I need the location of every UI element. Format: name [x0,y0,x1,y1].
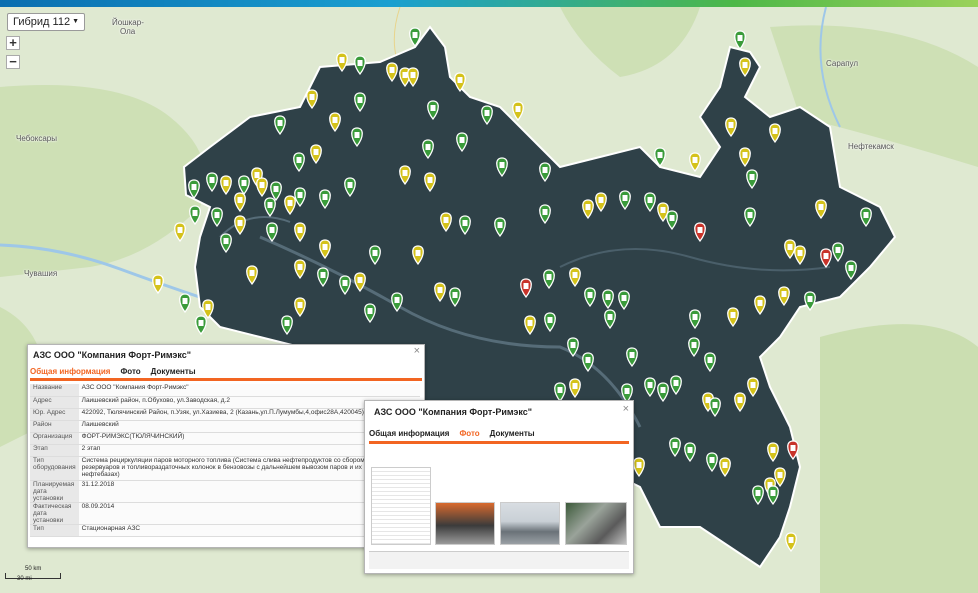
table-row: Юр. Адрес 422092, Тюлячинский Район, п.Уз… [30,408,420,421]
layer-select-value: Гибрид 112 [13,16,71,28]
table-row: Название АЗС ООО "Компания Форт-Римэкс" [30,384,420,397]
tab-general-info[interactable]: Общая информация [369,429,449,438]
tab-photo[interactable]: Фото [459,429,479,438]
row-key: Тип [30,524,79,537]
map-label-yoshkar-ola-2: Ола [120,27,136,36]
map-label-neftekamsk: Нефтекамск [848,142,894,151]
scale-mi-label: 30 mi [17,576,32,582]
table-row: Этап 2 этап [30,444,420,457]
close-icon[interactable]: × [623,403,629,415]
active-tab-underline [369,441,629,444]
zoom-in-button[interactable]: + [6,36,20,50]
table-row: Организация ФОРТ-РИМЭКС(ТЮЛЯЧИНСКИЙ) [30,432,420,445]
tab-documents[interactable]: Документы [490,429,535,438]
tanker-truck-photo[interactable] [435,502,495,545]
close-icon[interactable]: × [414,345,420,357]
row-key: Фактическая дата установки [30,502,79,525]
popup-tabs: Общая информация Фото Документы [369,429,545,438]
popup-tabs: Общая информация Фото Документы [30,367,206,376]
row-key: Название [30,384,79,397]
row-value: АЗС ООО "Компания Форт-Римэкс" [78,384,420,397]
popup-title: АЗС ООО "Компания Форт-Римэкс" [33,350,192,360]
layer-select[interactable]: Гибрид 112 ▼ [7,13,85,31]
map-label-sarapul: Сарапул [826,59,859,68]
row-key: Планируемая дата установки [30,480,79,503]
tab-general-info[interactable]: Общая информация [30,367,110,376]
scale-km-label: 50 km [25,566,42,572]
table-row: Тип Стационарная АЗС [30,524,420,537]
row-key: Организация [30,432,79,445]
map-label-yoshkar-ola: Йошкар- [112,18,144,27]
row-key: Юр. Адрес [30,408,79,421]
popup-title: АЗС ООО "Компания Форт-Римэкс" [374,407,533,417]
scale-bar: 50 km 30 mi [5,566,61,582]
fuel-nozzle-photo[interactable] [565,502,627,545]
top-accent-bar [0,0,978,7]
map-label-chuvashia: Чувашия [24,269,58,278]
row-key: Тип оборудования [30,456,79,481]
info-table: Название АЗС ООО "Компания Форт-Римэкс" А… [30,384,420,537]
table-row: Планируемая дата установки 31.12.2018 [30,480,420,503]
tab-documents[interactable]: Документы [151,367,196,376]
table-row: Район Лаишевский [30,420,420,433]
row-key: Этап [30,444,79,457]
horizontal-scrollbar[interactable] [369,551,629,569]
zoom-out-button[interactable]: − [6,55,20,69]
table-row: Фактическая дата установки 08.09.2014 [30,502,420,525]
document-scan-icon[interactable] [371,467,431,545]
map-label-cheboksary: Чебоксары [16,134,57,143]
fuel-station-photo[interactable] [500,502,560,545]
table-row: Адрес Лаишевский район, п.Обухово, ул.Зав… [30,396,420,409]
row-key: Район [30,420,79,433]
info-popup-photo[interactable]: АЗС ООО "Компания Форт-Римэкс" × Общая и… [364,400,634,574]
chevron-down-icon: ▼ [72,18,79,25]
active-tab-underline [30,378,422,381]
scale-line [5,573,61,579]
tab-photo[interactable]: Фото [120,367,140,376]
table-row: Тип оборудования Система рециркуляции пар… [30,456,420,481]
row-key: Адрес [30,396,79,409]
